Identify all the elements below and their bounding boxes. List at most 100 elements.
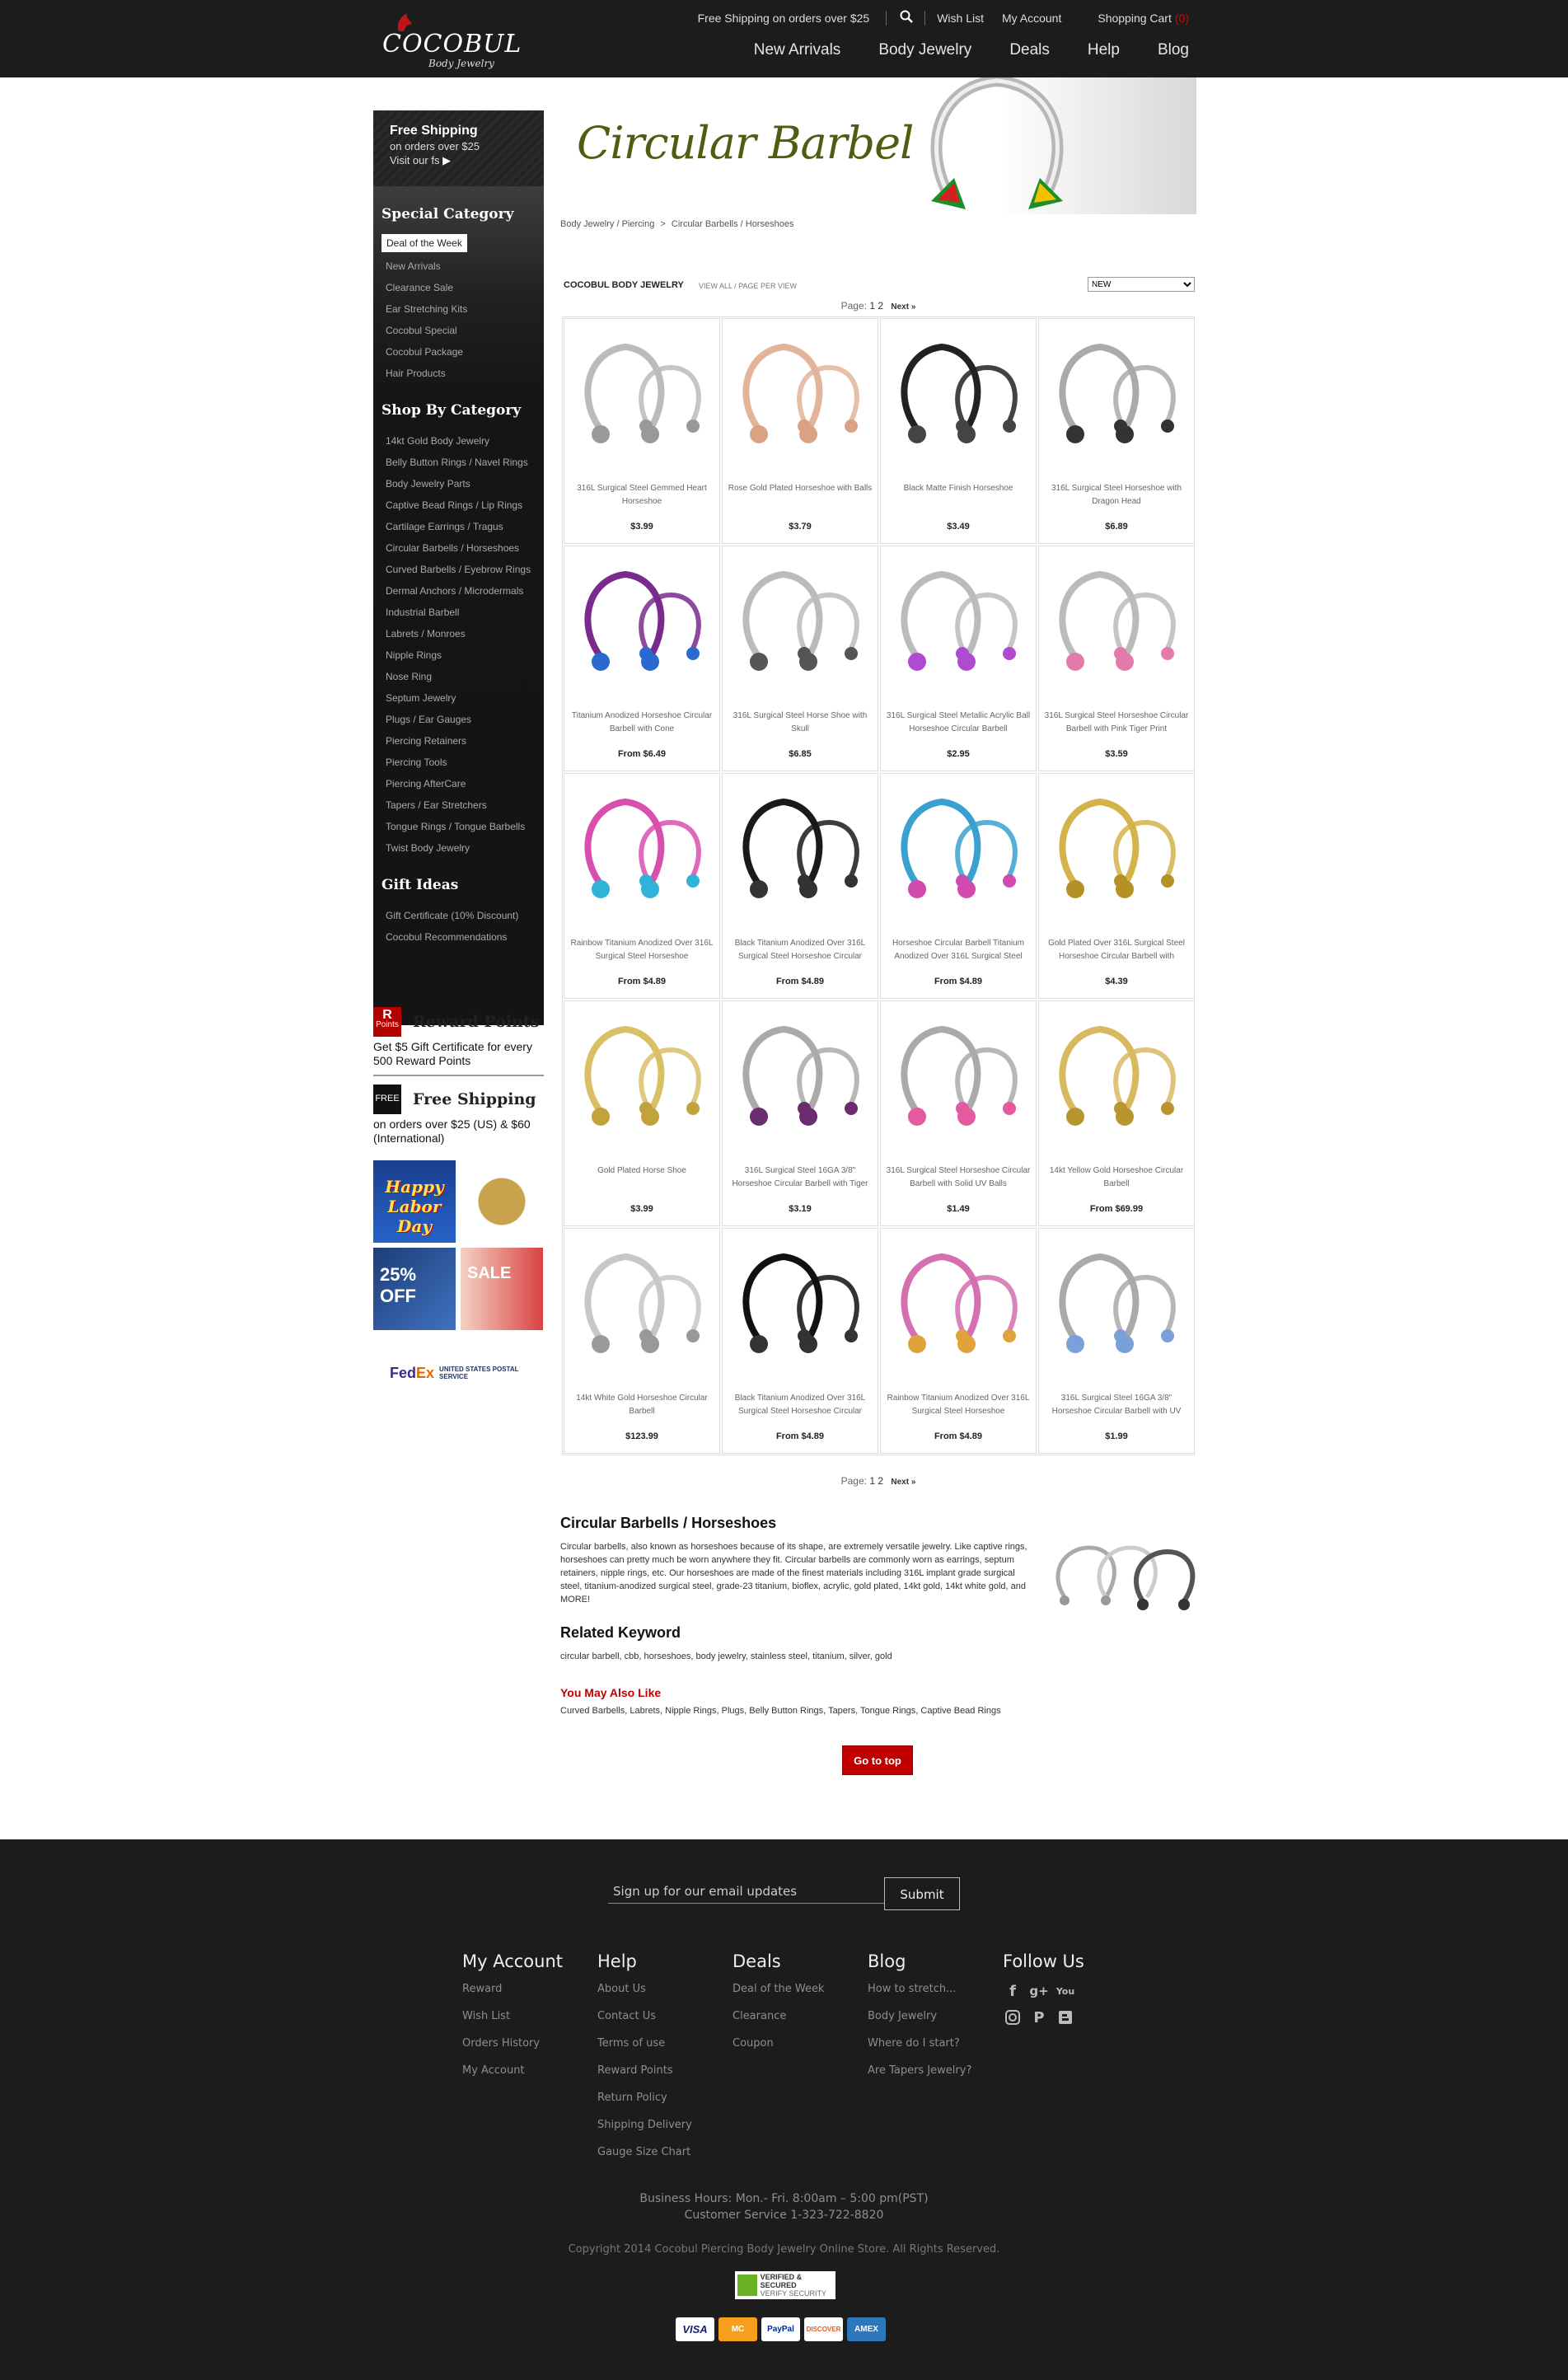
product-card[interactable]: Rose Gold Plated Horseshoe with Balls $3.… [722,318,878,544]
acrylic-horseshoe-icon[interactable] [884,550,1032,698]
product-card[interactable]: Horseshoe Circular Barbell Titanium Anod… [880,773,1037,999]
footer-link[interactable]: Return Policy [597,2090,692,2117]
rose-gold-horseshoe-icon[interactable] [726,322,874,471]
nav-body-jewelry[interactable]: Body Jewelry [878,41,971,59]
product-card[interactable]: Black Matte Finish Horseshoe $3.49 [880,318,1037,544]
reward-points-row[interactable]: R Points Reward Points [373,1007,544,1037]
product-card[interactable]: 316L Surgical Steel Horseshoe with Drago… [1038,318,1195,544]
white-gold-horseshoe-icon[interactable] [568,1232,716,1380]
verified-secured-badge[interactable]: VERIFIED & SECURED VERIFY SECURITY [735,2271,835,2299]
product-name[interactable]: 316L Surgical Steel 16GA 3/8" Horseshoe … [728,1164,873,1192]
product-card[interactable]: 316L Surgical Steel 16GA 3/8" Horseshoe … [722,1000,878,1226]
instagram-icon[interactable] [1003,2008,1023,2027]
facebook-icon[interactable]: f [1003,1981,1023,2001]
product-name[interactable]: 316L Surgical Steel Horseshoe with Drago… [1044,482,1189,510]
skull-horseshoe-icon[interactable] [726,550,874,698]
product-name[interactable]: Horseshoe Circular Barbell Titanium Anod… [886,937,1031,965]
shop-category-item[interactable]: Cartilage Earrings / Tragus [381,516,536,537]
shop-category-item[interactable]: 14kt Gold Body Jewelry [381,430,536,452]
product-card[interactable]: 14kt Yellow Gold Horseshoe Circular Barb… [1038,1000,1195,1226]
nav-new-arrivals[interactable]: New Arrivals [754,41,841,59]
rainbow-horseshoe-icon[interactable] [884,1232,1032,1380]
special-category-item[interactable]: Ear Stretching Kits [381,298,536,320]
product-name[interactable]: Rainbow Titanium Anodized Over 316L Surg… [569,937,714,965]
product-card[interactable]: 316L Surgical Steel Horse Shoe with Skul… [722,546,878,771]
shop-category-item[interactable]: Nipple Rings [381,644,536,666]
shop-category-item[interactable]: Nose Ring [381,666,536,687]
shop-category-item[interactable]: Plugs / Ear Gauges [381,709,536,730]
page-1-link[interactable]: 1 [869,1475,875,1487]
footer-link[interactable]: My Account [462,2063,563,2090]
nav-blog[interactable]: Blog [1158,41,1189,59]
footer-link[interactable]: Terms of use [597,2036,692,2063]
14kt-gold-horseshoe-icon[interactable] [1042,1005,1191,1153]
product-card[interactable]: 316L Surgical Steel Metallic Acrylic Bal… [880,546,1037,771]
product-name[interactable]: 14kt White Gold Horseshoe Circular Barbe… [569,1392,714,1420]
sort-select[interactable]: NEW [1088,277,1195,292]
shop-category-item[interactable]: Industrial Barbell [381,602,536,623]
breadcrumb-current[interactable]: Circular Barbells / Horseshoes [672,219,794,229]
shop-category-item[interactable]: Piercing Retainers [381,730,536,752]
product-name[interactable]: Gold Plated Horse Shoe [569,1164,714,1192]
next-page-link[interactable]: Next » [891,302,915,312]
labor-day-ad[interactable]: Happy Labor Day [373,1160,456,1243]
shop-category-item[interactable]: Piercing Tools [381,752,536,773]
mixed-spike-horseshoe-icon[interactable] [884,777,1032,925]
product-name[interactable]: Black Matte Finish Horseshoe [886,482,1031,510]
product-name[interactable]: 316L Surgical Steel Horseshoe Circular B… [1044,710,1189,738]
google-plus-icon[interactable]: g+ [1029,1981,1049,2001]
product-name[interactable]: 316L Surgical Steel Horseshoe Circular B… [886,1164,1031,1192]
product-name[interactable]: 316L Surgical Steel Gemmed Heart Horsesh… [569,482,714,510]
uv-horseshoe-icon[interactable] [884,1005,1032,1153]
submit-button[interactable]: Submit [884,1877,960,1910]
rainbow-spike-horseshoe-icon[interactable] [568,777,716,925]
product-name[interactable]: 316L Surgical Steel Metallic Acrylic Bal… [886,710,1031,738]
shop-category-item[interactable]: Septum Jewelry [381,687,536,709]
product-card[interactable]: Gold Plated Horse Shoe $3.99 [564,1000,720,1226]
shop-category-item[interactable]: Belly Button Rings / Navel Rings [381,452,536,473]
shop-category-item[interactable]: Curved Barbells / Eyebrow Rings [381,559,536,580]
footer-link[interactable]: Shipping Delivery [597,2117,692,2144]
page-1-link[interactable]: 1 [869,300,875,312]
footer-link[interactable]: About Us [597,1981,692,2008]
shop-category-item[interactable]: Dermal Anchors / Microdermals [381,580,536,602]
special-category-item[interactable]: Clearance Sale [381,277,536,298]
product-card[interactable]: 316L Surgical Steel Horseshoe Circular B… [1038,546,1195,771]
go-to-top-button[interactable]: Go to top [842,1745,913,1775]
special-category-item[interactable]: Cocobul Special [381,320,536,341]
gift-ideas-item[interactable]: Gift Certificate (10% Discount) [381,905,536,926]
discount-ad[interactable]: 25% OFF [373,1248,456,1330]
product-card[interactable]: 14kt White Gold Horseshoe Circular Barbe… [564,1228,720,1454]
footer-link[interactable]: Clearance [733,2008,824,2036]
shop-category-item[interactable]: Piercing AfterCare [381,773,536,794]
heart-horseshoe-icon[interactable] [568,322,716,471]
shop-category-item[interactable]: Tapers / Ear Stretchers [381,794,536,816]
product-name[interactable]: Black Titanium Anodized Over 316L Surgic… [728,937,873,965]
sale-ad[interactable]: SALE [461,1248,543,1330]
product-name[interactable]: 316L Surgical Steel Horse Shoe with Skul… [728,710,873,738]
email-signup-input[interactable]: Sign up for our email updates [608,1876,885,1904]
page-2-link[interactable]: 2 [878,300,883,312]
breadcrumb-link[interactable]: Body Jewelry / Piercing [560,219,654,229]
product-name[interactable]: Titanium Anodized Horseshoe Circular Bar… [569,710,714,738]
footer-link[interactable]: Gauge Size Chart [597,2144,692,2172]
youtube-icon[interactable]: You [1055,1981,1075,2001]
you-may-also-like-links[interactable]: Curved Barbells, Labrets, Nipple Rings, … [560,1706,1196,1716]
product-card[interactable]: Titanium Anodized Horseshoe Circular Bar… [564,546,720,771]
next-page-link[interactable]: Next » [891,1478,915,1487]
gold-spike-horseshoe-icon[interactable] [1042,777,1191,925]
footer-link[interactable]: Wish List [462,2008,563,2036]
footer-link[interactable]: Reward Points [597,2063,692,2090]
dragon-horseshoe-icon[interactable] [1042,322,1191,471]
nav-deals[interactable]: Deals [1009,41,1050,59]
shop-category-item[interactable]: Body Jewelry Parts [381,473,536,494]
special-category-item[interactable]: Hair Products [381,363,536,384]
black-horseshoe-icon[interactable] [884,322,1032,471]
site-logo[interactable]: COCOBUL Body Jewelry [379,7,521,69]
shop-category-item[interactable]: Tongue Rings / Tongue Barbells [381,816,536,837]
glitter-horseshoe-icon[interactable] [1042,1232,1191,1380]
footer-link[interactable]: Body Jewelry [868,2008,971,2036]
product-name[interactable]: Black Titanium Anodized Over 316L Surgic… [728,1392,873,1420]
product-card[interactable]: 316L Surgical Steel 16GA 3/8" Horseshoe … [1038,1228,1195,1454]
gift-ideas-item[interactable]: Cocobul Recommendations [381,926,536,948]
